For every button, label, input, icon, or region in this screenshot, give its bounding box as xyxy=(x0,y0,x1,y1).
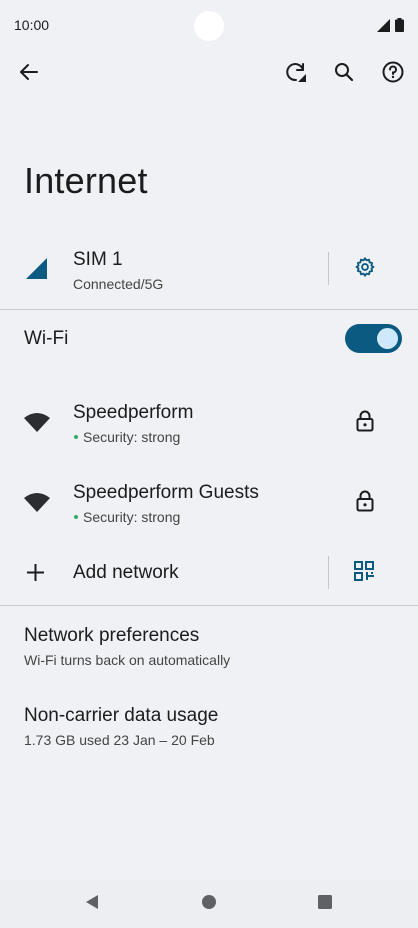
network-preferences-title: Network preferences xyxy=(24,625,200,646)
triangle-back-icon xyxy=(84,894,100,915)
nav-back-button[interactable] xyxy=(74,886,110,922)
status-bar: 10:00 xyxy=(0,0,418,50)
arrow-back-icon xyxy=(19,62,39,87)
section-divider xyxy=(0,309,418,310)
circle-home-icon xyxy=(201,894,217,915)
wifi-signal-icon xyxy=(24,412,50,437)
lock-icon xyxy=(356,490,374,517)
network-security: Security: strong xyxy=(73,429,180,445)
network-security: Security: strong xyxy=(73,509,180,525)
page-title: Internet xyxy=(24,160,148,201)
sim-name: SIM 1 xyxy=(73,249,123,270)
data-usage-title: Non-carrier data usage xyxy=(24,705,219,726)
lock-icon xyxy=(356,410,374,437)
network-item[interactable]: Speedperform Security: strong xyxy=(0,394,418,454)
sim-settings-button[interactable] xyxy=(347,251,383,287)
status-time: 10:00 xyxy=(14,17,50,33)
section-divider xyxy=(0,605,418,606)
vertical-divider xyxy=(328,556,329,589)
wifi-toggle[interactable] xyxy=(345,324,402,353)
network-name: Speedperform xyxy=(73,402,194,423)
network-item[interactable]: Speedperform Guests Security: strong xyxy=(0,474,418,534)
add-icon xyxy=(26,563,45,587)
qr-code-icon xyxy=(354,560,374,586)
wifi-signal-icon xyxy=(24,492,50,517)
search-button[interactable] xyxy=(326,56,362,92)
top-app-bar xyxy=(0,56,418,92)
network-preferences-row[interactable]: Network preferences Wi-Fi turns back on … xyxy=(0,616,418,676)
camera-cutout xyxy=(194,11,224,41)
battery-icon xyxy=(395,18,404,37)
add-network-label: Add network xyxy=(73,562,179,583)
status-icons xyxy=(377,18,404,37)
nav-recents-button[interactable] xyxy=(307,886,343,922)
wifi-toggle-knob xyxy=(377,328,398,349)
square-recents-icon xyxy=(317,894,333,915)
network-preferences-subtitle: Wi-Fi turns back on automatically xyxy=(24,652,231,668)
data-usage-row[interactable]: Non-carrier data usage 1.73 GB used 23 J… xyxy=(0,696,418,756)
data-usage-subtitle: 1.73 GB used 23 Jan – 20 Feb xyxy=(24,732,215,748)
network-reset-icon xyxy=(284,60,308,89)
scan-qr-button[interactable] xyxy=(346,555,382,591)
network-name: Speedperform Guests xyxy=(73,482,259,503)
security-dot xyxy=(74,434,78,439)
help-icon xyxy=(382,61,404,88)
back-button[interactable] xyxy=(11,56,47,92)
security-dot xyxy=(74,514,78,519)
nav-home-button[interactable] xyxy=(191,886,227,922)
search-icon xyxy=(334,62,354,87)
wifi-label: Wi-Fi xyxy=(24,328,69,349)
gear-icon xyxy=(354,256,376,283)
navigation-bar xyxy=(0,880,418,928)
reset-network-button[interactable] xyxy=(278,56,314,92)
cellular-signal-icon xyxy=(26,258,47,284)
help-button[interactable] xyxy=(375,56,411,92)
vertical-divider xyxy=(328,252,329,285)
signal-icon xyxy=(377,18,390,37)
sim-status: Connected/5G xyxy=(73,276,164,292)
